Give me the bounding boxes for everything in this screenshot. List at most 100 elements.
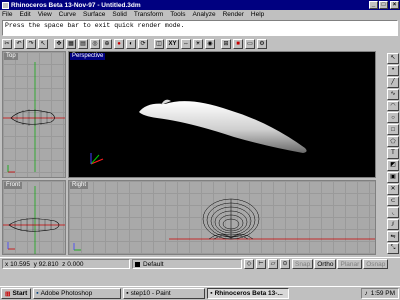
command-area[interactable]: Press the space bar to exit quick render… [2, 20, 398, 36]
viewport-right[interactable]: Right [68, 180, 376, 255]
line-icon[interactable]: ╱ [387, 76, 399, 88]
menu-render[interactable]: Render [223, 11, 244, 18]
maximize-button[interactable]: □ [379, 1, 388, 9]
status-bar: x 10.595 y 92.810 z 0.000 Default ◇ ⊢ ▱ … [0, 257, 400, 270]
viewport-perspective-label[interactable]: Perspective [70, 53, 106, 60]
taskbar-item-photoshop[interactable]: ▪ Adobe Photoshop [33, 288, 122, 299]
viewport-top-label[interactable]: Top [4, 53, 18, 60]
layer-name: Default [143, 260, 164, 268]
main-toolbar: ✂ ↶ ↷ ↖ ✥ ▦ ▤ ◎ ⊕ ● ◐ ⟳ ◫ XY ⇔ ☀ ◉ ⊞ ■ ▭… [0, 37, 400, 50]
z-coordinate: 0.000 [67, 260, 84, 268]
join-icon[interactable]: ⊂ [387, 195, 399, 207]
menu-view[interactable]: View [38, 11, 52, 18]
camera-icon[interactable]: ◉ [205, 38, 215, 49]
xy-button[interactable]: XY [166, 38, 179, 49]
photoshop-icon: ▪ [36, 290, 39, 297]
planar-toggle[interactable]: Planar [337, 259, 363, 269]
viewport-perspective[interactable]: Perspective [68, 51, 376, 178]
layer-selector[interactable]: Default [132, 259, 242, 269]
viewport-front-label[interactable]: Front [4, 182, 23, 189]
ortho-toggle[interactable]: Ortho [314, 259, 337, 269]
view-icon[interactable]: ◫ [154, 38, 164, 49]
coordinate-readout: x 10.595 y 92.810 z 0.000 [2, 259, 130, 269]
text-icon[interactable]: T [387, 148, 399, 159]
viewport-right-label[interactable]: Right [70, 182, 89, 189]
solid-icon[interactable]: ▣ [387, 171, 399, 183]
redo-icon[interactable]: ↷ [26, 38, 36, 49]
menu-transform[interactable]: Transform [134, 11, 163, 18]
taskbar-item-paint[interactable]: ▪ step10 - Paint [123, 288, 206, 299]
shade-icon[interactable]: ◐ [126, 38, 136, 49]
snap-icon[interactable]: ◎ [90, 38, 100, 49]
front-view-drawing [3, 186, 65, 254]
menu-surface[interactable]: Surface [83, 11, 105, 18]
top-view-drawing [3, 62, 65, 173]
point-icon[interactable]: • [387, 64, 399, 76]
zoom-icon[interactable]: ⊕ [102, 38, 112, 49]
menu-edit[interactable]: Edit [19, 11, 30, 18]
move-icon[interactable]: ⇔ [181, 38, 191, 49]
right-view-drawing [73, 198, 375, 251]
ortho-icon[interactable]: ⊢ [256, 259, 266, 269]
title-bar[interactable]: Rhinoceros Beta 13-Nov-97 - Untitled.3dm… [0, 0, 400, 10]
mesh-icon[interactable]: ⊞ [221, 38, 231, 49]
taskbar-item-rhino[interactable]: ▪ Rhinoceros Beta 13-... [207, 288, 290, 299]
arc-icon[interactable]: ◠ [387, 100, 399, 112]
start-button[interactable]: ⊞ Start [1, 288, 32, 299]
arrow-icon[interactable]: ↖ [38, 38, 48, 49]
rhino-task-icon: ▪ [210, 290, 213, 297]
viewport-top[interactable]: Top [2, 51, 66, 178]
mirror-icon[interactable]: ⇋ [387, 231, 399, 242]
cut-icon[interactable]: ✂ [2, 38, 12, 49]
grid-icon[interactable]: ▦ [66, 38, 76, 49]
rhino-app-icon[interactable] [2, 1, 9, 9]
select-arrow-icon[interactable]: ↖ [387, 53, 399, 64]
rhino-window: Rhinoceros Beta 13-Nov-97 - Untitled.3dm… [0, 0, 400, 300]
paint-icon: ▪ [126, 290, 129, 297]
undo-icon[interactable]: ↶ [14, 38, 24, 49]
light-icon[interactable]: ☀ [193, 38, 203, 49]
rotate-icon[interactable]: ⟳ [138, 38, 148, 49]
polygon-icon[interactable]: ⬠ [387, 136, 399, 147]
menu-file[interactable]: File [2, 11, 12, 18]
fillet-icon[interactable]: ◟ [387, 207, 399, 219]
menu-curve[interactable]: Curve [59, 11, 76, 18]
windows-taskbar: ⊞ Start ▪ Adobe Photoshop ▪ step10 - Pai… [0, 286, 400, 300]
snap-icon[interactable]: ◇ [244, 259, 254, 269]
menu-bar: File Edit View Curve Surface Solid Trans… [0, 10, 400, 19]
circle-icon[interactable]: ○ [387, 112, 399, 124]
settings-icon[interactable]: ⚙ [257, 38, 267, 49]
window-title: Rhinoceros Beta 13-Nov-97 - Untitled.3dm [11, 1, 141, 9]
window-icon[interactable]: ▭ [245, 38, 255, 49]
snap-toggle[interactable]: Snap [292, 259, 314, 269]
menu-solid[interactable]: Solid [112, 11, 126, 18]
layer-icon[interactable]: ▤ [78, 38, 88, 49]
viewport-front[interactable]: Front [2, 180, 66, 255]
render-icon[interactable]: ● [114, 38, 124, 49]
osnap-toggle[interactable]: Osnap [363, 259, 389, 269]
close-button[interactable]: × [390, 1, 399, 9]
osnap-icon[interactable]: ⊙ [280, 259, 290, 269]
scale-icon[interactable]: ⤡ [387, 243, 399, 254]
color-icon[interactable]: ■ [233, 38, 243, 49]
surface-icon[interactable]: ◩ [387, 159, 399, 171]
side-toolbar: ↖ • ╱ ∿ ◠ ○ □ ⬠ T ◩ ▣ ✕ ⊂ ◟ ⫽ ⇋ ⤡ [386, 51, 400, 255]
fish-model [139, 101, 307, 153]
offset-icon[interactable]: ⫽ [387, 219, 399, 231]
menu-analyze[interactable]: Analyze [192, 11, 215, 18]
rectangle-icon[interactable]: □ [387, 124, 399, 136]
perspective-render [90, 99, 307, 165]
trim-icon[interactable]: ✕ [387, 183, 399, 195]
pan-icon[interactable]: ✥ [54, 38, 64, 49]
x-coordinate: 10.595 [10, 260, 30, 268]
speaker-icon[interactable]: ♪ [365, 290, 368, 297]
menu-tools[interactable]: Tools [170, 11, 185, 18]
curve-icon[interactable]: ∿ [387, 88, 399, 100]
y-coordinate: 92.810 [38, 260, 59, 268]
clock: 1:59 PM [370, 290, 395, 297]
minimize-button[interactable]: _ [369, 1, 378, 9]
system-tray: ♪ 1:59 PM [360, 288, 399, 299]
planar-icon[interactable]: ▱ [268, 259, 278, 269]
windows-logo-icon: ⊞ [5, 290, 11, 298]
menu-help[interactable]: Help [251, 11, 264, 18]
